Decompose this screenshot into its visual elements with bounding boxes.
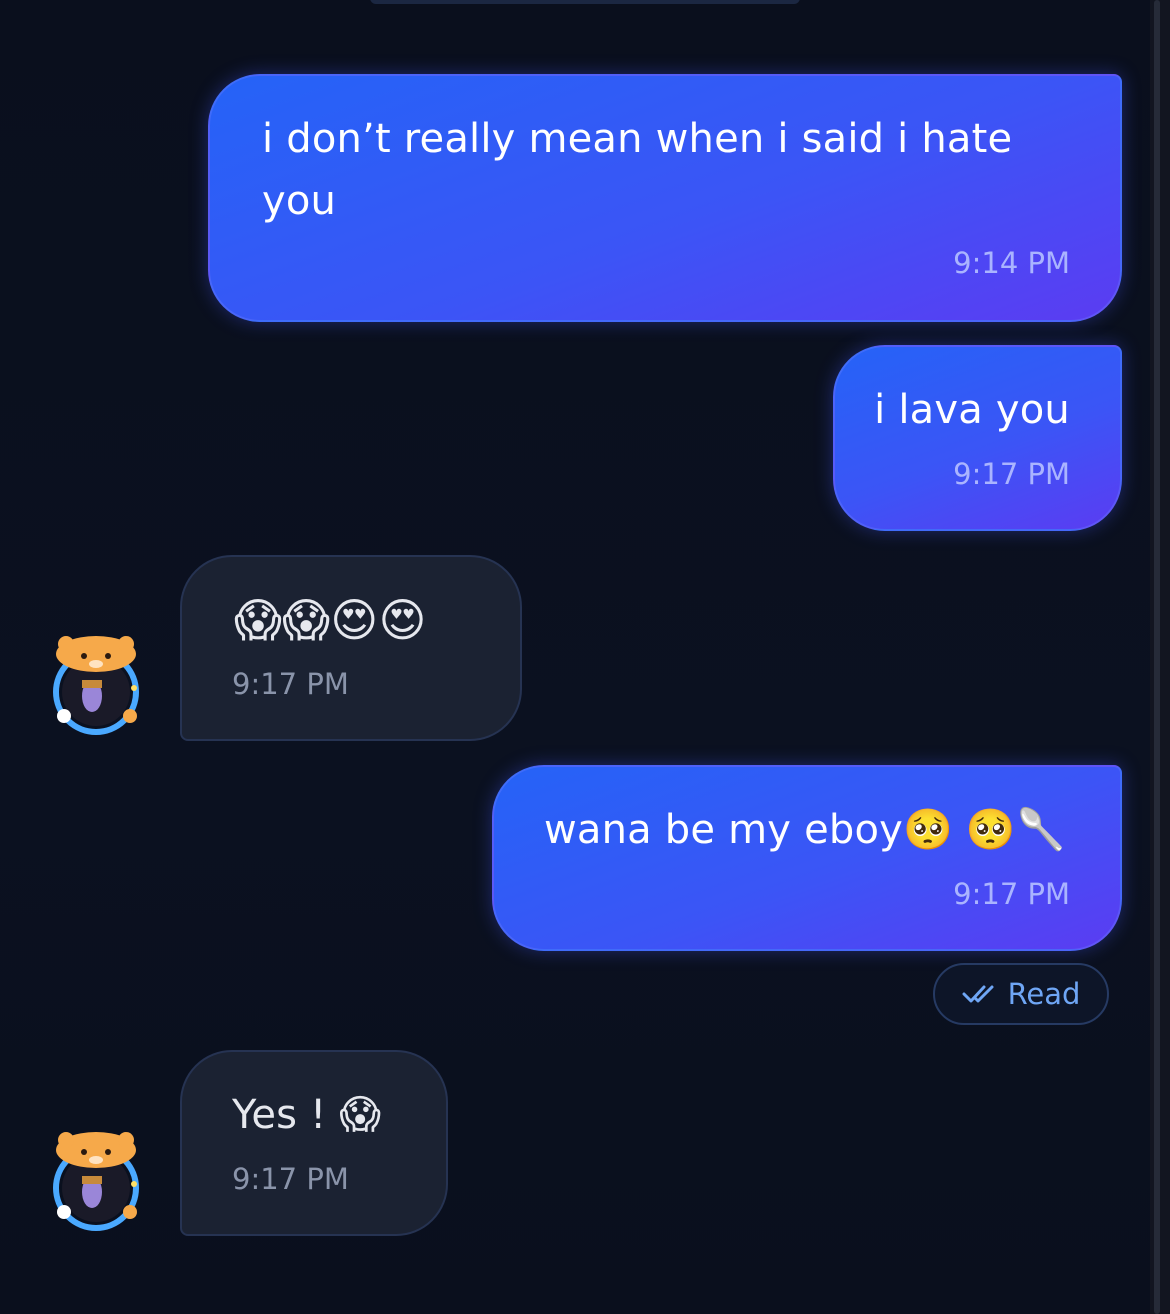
outgoing-message[interactable]: wana be my eboy🥺 🥺🥄 9:17 PM	[492, 765, 1122, 951]
message-text: Yes ! 😱	[232, 1092, 382, 1138]
double-check-icon	[962, 985, 994, 1003]
read-label: Read	[1007, 977, 1081, 1011]
scrollbar[interactable]	[1150, 0, 1170, 1314]
avatar-icon[interactable]	[44, 634, 148, 738]
previous-bubble-edge	[370, 0, 800, 4]
message-time: 9:17 PM	[232, 667, 349, 701]
message-time: 9:17 PM	[232, 1162, 349, 1196]
chat-thread: i don’t really mean when i said i hate y…	[0, 0, 1150, 1314]
outgoing-message[interactable]: i lava you 9:17 PM	[833, 345, 1122, 531]
read-receipt: Read	[933, 963, 1109, 1025]
incoming-message[interactable]: Yes ! 😱 9:17 PM	[180, 1050, 448, 1236]
incoming-message[interactable]: 😱😱😍😍 9:17 PM	[180, 555, 522, 741]
avatar-icon[interactable]	[44, 1130, 148, 1234]
message-text: i don’t really mean when i said i hate y…	[262, 116, 1013, 224]
message-text: wana be my eboy🥺 🥺🥄	[544, 807, 1066, 853]
message-text: 😱😱😍😍	[234, 593, 427, 647]
message-time: 9:14 PM	[953, 246, 1070, 280]
outgoing-message[interactable]: i don’t really mean when i said i hate y…	[208, 74, 1122, 322]
message-text: i lava you	[874, 387, 1070, 433]
scrollbar-thumb[interactable]	[1154, 0, 1160, 1314]
message-time: 9:17 PM	[953, 877, 1070, 911]
message-time: 9:17 PM	[953, 457, 1070, 491]
